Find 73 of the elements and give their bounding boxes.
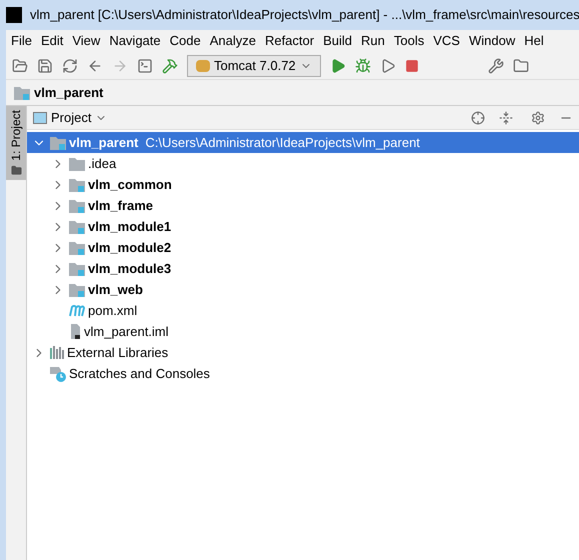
tree-row[interactable]: vlm_module1 — [27, 216, 579, 237]
open-folder-icon[interactable] — [12, 58, 28, 74]
scratch-clock-icon — [50, 366, 66, 382]
maven-m-icon — [69, 304, 85, 316]
file-icon — [69, 324, 81, 339]
tree-row[interactable]: .idea — [27, 153, 579, 174]
tree-row[interactable]: vlm_web — [27, 279, 579, 300]
tree-row[interactable]: vlm_parent C:\Users\Administrator\IdeaProjects\vlm_parent — [27, 132, 579, 153]
tree-row[interactable]: vlm_module2 — [27, 237, 579, 258]
save-icon[interactable] — [37, 58, 53, 74]
app-logo-icon — [6, 7, 22, 23]
panel-title[interactable]: Project — [51, 108, 92, 128]
run-icon[interactable] — [330, 58, 346, 74]
locate-icon[interactable] — [471, 110, 485, 124]
breadcrumb[interactable]: vlm_parent — [34, 82, 104, 102]
menu-item[interactable]: Tools — [394, 31, 424, 51]
node-label: vlm_frame — [88, 196, 154, 215]
node-label: vlm_parent — [69, 134, 138, 152]
settings-icon[interactable] — [531, 110, 545, 124]
tree-row[interactable]: vlm_module3 — [27, 258, 579, 279]
run-config-dropdown[interactable]: Tomcat 7.0.72 — [187, 54, 321, 76]
menu-item[interactable]: VCS — [433, 31, 460, 51]
module-folder-icon — [69, 282, 85, 296]
node-label: Scratches and Consoles — [69, 364, 210, 383]
folder-icon[interactable] — [512, 58, 529, 74]
module-folder-icon — [14, 86, 30, 100]
node-label: pom.xml — [88, 302, 138, 320]
project-side-tab[interactable]: 1: Project — [6, 106, 26, 180]
node-path: C:\Users\Administrator\IdeaProjects\vlm_parent — [145, 134, 420, 152]
menu-item[interactable]: Edit — [40, 31, 64, 51]
stop-icon[interactable] — [404, 58, 419, 72]
project-view-icon — [33, 112, 47, 124]
menu-item[interactable]: File — [11, 31, 32, 51]
tree-row[interactable]: External Libraries — [27, 342, 579, 363]
module-folder-icon — [69, 198, 85, 212]
tree-row[interactable]: vlm_common — [27, 174, 579, 195]
folder-icon — [10, 164, 22, 176]
menu-item[interactable]: Run — [361, 31, 385, 51]
menu-item[interactable]: Window — [468, 31, 516, 51]
node-label: vlm_module1 — [88, 218, 172, 236]
sync-icon[interactable] — [62, 58, 78, 74]
node-label: vlm_web — [88, 280, 143, 299]
node-label: vlm_module3 — [88, 260, 172, 278]
hammer-icon[interactable] — [162, 58, 178, 74]
node-label: vlm_module2 — [88, 238, 172, 257]
menu-item[interactable]: Analyze — [210, 31, 256, 51]
menu-item[interactable]: Hel — [524, 31, 544, 51]
tree-row[interactable]: vlm_parent.iml — [27, 321, 579, 342]
module-folder-icon — [69, 220, 85, 234]
menu-item[interactable]: View — [72, 31, 100, 51]
tree-row[interactable]: vlm_frame — [27, 195, 579, 216]
node-label: External Libraries — [67, 344, 168, 362]
tree-row[interactable]: pom.xml — [27, 300, 579, 321]
window-icon[interactable] — [137, 58, 153, 74]
module-folder-icon — [50, 136, 66, 150]
window-title: vlm_parent [C:\Users\Administrator\IdeaProjects\vlm_parent] - ...\vlm_frame\src\main\resources — [30, 6, 579, 24]
bug-icon[interactable] — [354, 58, 371, 74]
folder-icon — [69, 156, 85, 170]
menu-item[interactable]: Navigate — [109, 31, 161, 51]
wrench-icon[interactable] — [488, 58, 504, 74]
menu-item[interactable]: Code — [170, 31, 201, 51]
tree-row[interactable]: Scratches and Consoles — [27, 363, 579, 384]
library-bars-icon — [50, 346, 64, 359]
collapse-icon[interactable] — [499, 110, 513, 124]
back-arrow-icon[interactable] — [87, 58, 103, 74]
node-label: vlm_common — [88, 176, 172, 194]
module-folder-icon — [69, 178, 85, 192]
node-label: vlm_parent.iml — [84, 322, 169, 341]
menu-item[interactable]: Build — [323, 31, 352, 51]
menu-item[interactable]: Refactor — [264, 31, 314, 51]
node-label: .idea — [88, 154, 116, 173]
module-folder-icon — [69, 240, 85, 254]
module-folder-icon — [69, 262, 85, 276]
